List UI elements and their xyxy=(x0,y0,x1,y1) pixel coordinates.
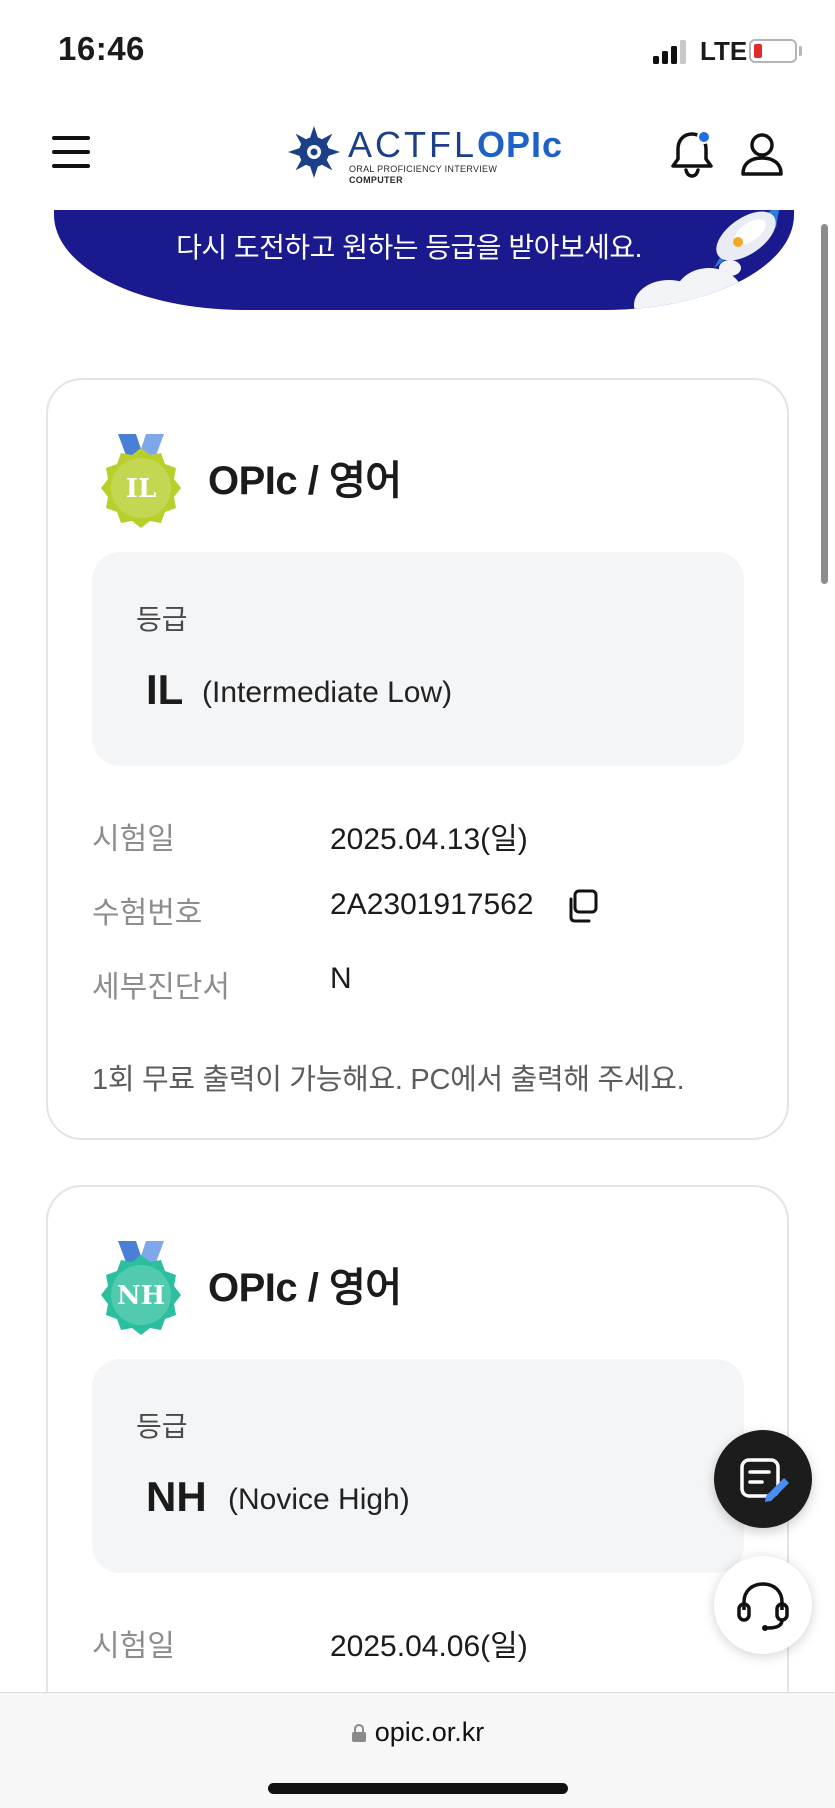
note-edit-button[interactable] xyxy=(714,1430,812,1528)
grade-medal-nh-icon: NH xyxy=(101,1241,181,1335)
grade-code: NH xyxy=(146,1473,207,1520)
user-profile-icon[interactable] xyxy=(738,130,786,178)
exam-number-label: 수험번호 xyxy=(92,897,203,930)
result-card: IL OPIc / 영어 등급 IL (Intermediate Low) 시험… xyxy=(46,378,789,1140)
hamburger-menu-icon[interactable] xyxy=(52,136,90,168)
status-bar: 16:46 LTE xyxy=(0,0,835,100)
customer-support-button[interactable] xyxy=(714,1556,812,1654)
report-label: 세부진단서 xyxy=(92,971,230,1004)
print-notice: 1회 무료 출력이 가능해요. PC에서 출력해 주세요. xyxy=(92,1064,685,1096)
exam-date-value: 2025.04.13(일) xyxy=(330,823,528,856)
logo-wordmark: ACTFLOPIc xyxy=(348,124,564,165)
note-edit-icon xyxy=(740,1458,789,1502)
headset-icon xyxy=(737,1582,789,1631)
actfl-opic-logo[interactable]: ACTFLOPIc ORAL PROFICIENCY INTERVIEW COM… xyxy=(286,120,576,190)
exam-date-value: 2025.04.06(일) xyxy=(330,1630,528,1663)
signal-strength-icon xyxy=(653,40,689,64)
grade-label: 등급 xyxy=(136,1411,188,1442)
banner-text: 다시 도전하고 원하는 등급을 받아보세요. xyxy=(176,232,642,263)
card-title: OPIc / 영어 xyxy=(208,459,402,503)
grade-description: (Novice High) xyxy=(228,1483,410,1516)
card-title: OPIc / 영어 xyxy=(208,1266,402,1310)
grade-medal-il-icon: IL xyxy=(101,434,181,528)
grade-label: 등급 xyxy=(136,604,188,635)
url-display[interactable]: opic.or.kr xyxy=(0,1717,835,1748)
network-type: LTE xyxy=(700,36,748,66)
actfl-emblem-icon xyxy=(288,126,340,178)
status-time: 16:46 xyxy=(58,30,145,67)
rocket-icon xyxy=(714,210,779,268)
home-indicator[interactable] xyxy=(268,1783,568,1794)
svg-text:IL: IL xyxy=(126,474,156,504)
copy-icon[interactable] xyxy=(564,888,600,924)
exam-date-label: 시험일 xyxy=(92,823,175,856)
exam-number-value: 2A2301917562 xyxy=(330,888,534,921)
battery-icon xyxy=(749,39,797,63)
grade-code: IL xyxy=(146,666,184,713)
exam-date-label: 시험일 xyxy=(92,1630,175,1663)
grade-description: (Intermediate Low) xyxy=(202,676,453,709)
browser-url-bar[interactable]: opic.or.kr xyxy=(0,1692,835,1808)
url-text: opic.or.kr xyxy=(374,1717,485,1747)
report-value: N xyxy=(330,962,352,995)
svg-text:NH: NH xyxy=(117,1281,165,1311)
grade-box: 등급 IL (Intermediate Low) xyxy=(92,552,744,766)
grade-box: 등급 NH (Novice High) xyxy=(92,1359,744,1573)
promo-banner[interactable]: 다시 도전하고 원하는 등급을 받아보세요. xyxy=(54,210,794,310)
notification-bell-icon[interactable] xyxy=(668,128,716,178)
page-scrollbar[interactable] xyxy=(821,224,828,584)
battery-tip xyxy=(799,46,802,56)
logo-subtitle: ORAL PROFICIENCY INTERVIEW COMPUTER xyxy=(349,164,498,185)
app-header: ACTFLOPIc ORAL PROFICIENCY INTERVIEW COM… xyxy=(0,100,835,210)
lock-icon xyxy=(351,1723,366,1742)
